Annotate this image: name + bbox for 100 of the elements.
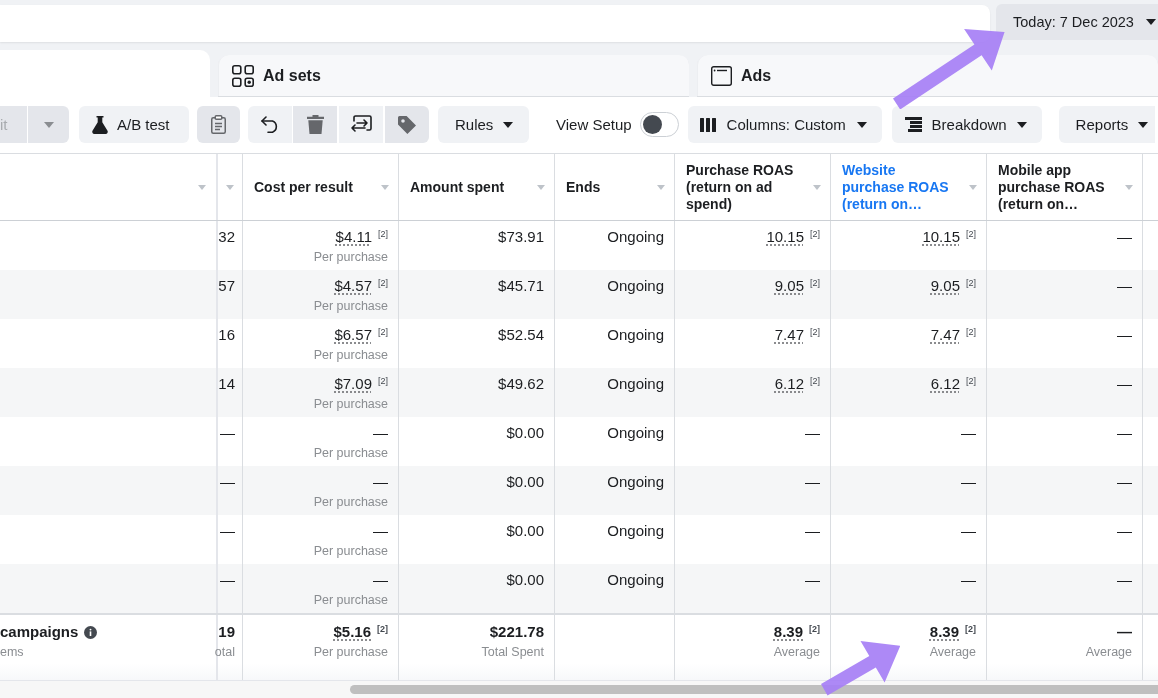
- cell-value: $73.91: [498, 228, 544, 246]
- cell-value: Ongoing: [607, 571, 664, 589]
- column-header[interactable]: Purchase ROAS (return on ad spend): [674, 154, 830, 220]
- cell-value: 57: [218, 277, 235, 295]
- caret-icon: [969, 184, 977, 190]
- cell-value: $0.00: [506, 473, 544, 491]
- cell-value: —: [1117, 228, 1132, 246]
- cell-value: Ongoing: [607, 375, 664, 393]
- footnote-marker: [2]: [378, 376, 388, 386]
- footnote-marker: [2]: [377, 624, 388, 634]
- tab[interactable]: Ad sets: [218, 55, 689, 97]
- cell-value: $0.00: [506, 571, 544, 589]
- footnote-marker: [2]: [809, 624, 820, 634]
- cell-value: $52.54: [498, 326, 544, 344]
- toggle-label: View Setup: [556, 116, 632, 133]
- cell-value: $6.57: [334, 326, 372, 344]
- footnote-marker: [2]: [378, 278, 388, 288]
- cell-value: 6.12: [774, 375, 804, 393]
- date-range-button[interactable]: Today: 7 Dec 2023: [996, 4, 1158, 40]
- cell-value: $49.62: [498, 375, 544, 393]
- caret-icon: [503, 121, 514, 128]
- cell-value: —: [220, 424, 235, 442]
- caret-icon: [226, 184, 234, 190]
- footnote-marker: [2]: [810, 327, 820, 337]
- footnote-marker: [2]: [378, 327, 388, 337]
- trash-icon: [306, 115, 324, 134]
- footnote-marker: [2]: [378, 229, 388, 239]
- cell-value: $7.09: [334, 375, 372, 393]
- cell-value: 14: [218, 375, 235, 393]
- cell-value: 19: [218, 623, 235, 641]
- breakdown-button[interactable]: Breakdown: [891, 106, 1042, 143]
- grid-icon: [232, 65, 254, 87]
- cell-value: —: [1117, 623, 1132, 641]
- undo-icon: [260, 116, 280, 133]
- caret-icon: [1138, 121, 1149, 128]
- ab-test-button[interactable]: A/B test: [79, 106, 189, 143]
- view-setup-toggle[interactable]: [639, 112, 679, 137]
- summary-title: campaigns: [0, 623, 79, 641]
- cell-caption: Per purchase: [313, 593, 388, 608]
- cell-caption: Average: [929, 645, 976, 660]
- footnote-marker: [2]: [966, 376, 976, 386]
- cell-value: $5.16: [333, 623, 371, 641]
- footnote-marker: [2]: [966, 278, 976, 288]
- caret-icon: [813, 184, 821, 190]
- cell-value: $0.00: [506, 424, 544, 442]
- cell-caption: Average: [773, 645, 820, 660]
- window-icon: [711, 66, 732, 86]
- cell-value: Ongoing: [607, 228, 664, 246]
- columns-icon: [699, 117, 716, 132]
- cell-value: —: [373, 424, 388, 442]
- cell-value: 8.39: [929, 623, 959, 641]
- caret-icon: [1016, 121, 1027, 128]
- cell-value: —: [1117, 277, 1132, 295]
- cell-value: 10.15: [922, 228, 960, 246]
- columns-button[interactable]: Columns: Custom: [687, 106, 882, 143]
- cell-value: 9.05: [774, 277, 804, 295]
- column-header[interactable]: Cost per result: [242, 154, 398, 220]
- scrollbar-thumb[interactable]: [350, 685, 1158, 694]
- cell-value: —: [1117, 522, 1132, 540]
- cell-value: $221.78: [489, 623, 544, 641]
- rules-button[interactable]: Rules: [438, 106, 529, 143]
- arrows-button[interactable]: [339, 106, 383, 143]
- cell-caption: Per purchase: [313, 544, 388, 559]
- column-header[interactable]: Website purchase ROAS (return on…: [830, 154, 986, 220]
- cell-value: —: [805, 522, 820, 540]
- column-header[interactable]: Amount spent: [398, 154, 554, 220]
- undo-button[interactable]: [248, 106, 292, 143]
- cell-value: $4.11: [335, 228, 372, 246]
- cell-caption: Per purchase: [313, 645, 388, 660]
- cell-caption: Per purchase: [313, 446, 388, 461]
- cell-value: —: [1117, 326, 1132, 344]
- cell-value: Ongoing: [607, 473, 664, 491]
- cell-caption: Per purchase: [313, 250, 388, 265]
- cell-value: 10.15: [766, 228, 804, 246]
- footnote-marker: [2]: [810, 278, 820, 288]
- caret-icon: [198, 184, 206, 190]
- column-header[interactable]: Mobile app purchase ROAS (return on…: [986, 154, 1142, 220]
- cell-value: —: [805, 571, 820, 589]
- caret-icon: [1145, 19, 1156, 25]
- caret-icon: [381, 184, 389, 190]
- cell-value: —: [220, 473, 235, 491]
- caret-icon: [856, 121, 867, 128]
- info-icon[interactable]: [84, 625, 98, 639]
- breakdown-icon: [904, 117, 922, 132]
- cell-value: Ongoing: [607, 522, 664, 540]
- reports-button[interactable]: Reports: [1058, 106, 1155, 143]
- footnote-marker: [2]: [966, 327, 976, 337]
- cell-value: —: [1117, 375, 1132, 393]
- tab[interactable]: Ads: [697, 55, 1158, 97]
- cell-caption: Total Spent: [481, 645, 544, 660]
- tag-icon: [398, 115, 416, 134]
- cell-value: —: [961, 571, 976, 589]
- flask-icon: [92, 115, 108, 134]
- column-header[interactable]: Ends: [554, 154, 674, 220]
- footnote-marker: [2]: [965, 624, 976, 634]
- cell-value: Ongoing: [607, 424, 664, 442]
- cell-caption: Average: [1085, 645, 1132, 660]
- caret-icon: [1125, 184, 1133, 190]
- footnote-marker: [2]: [966, 229, 976, 239]
- cell-value: —: [1117, 473, 1132, 491]
